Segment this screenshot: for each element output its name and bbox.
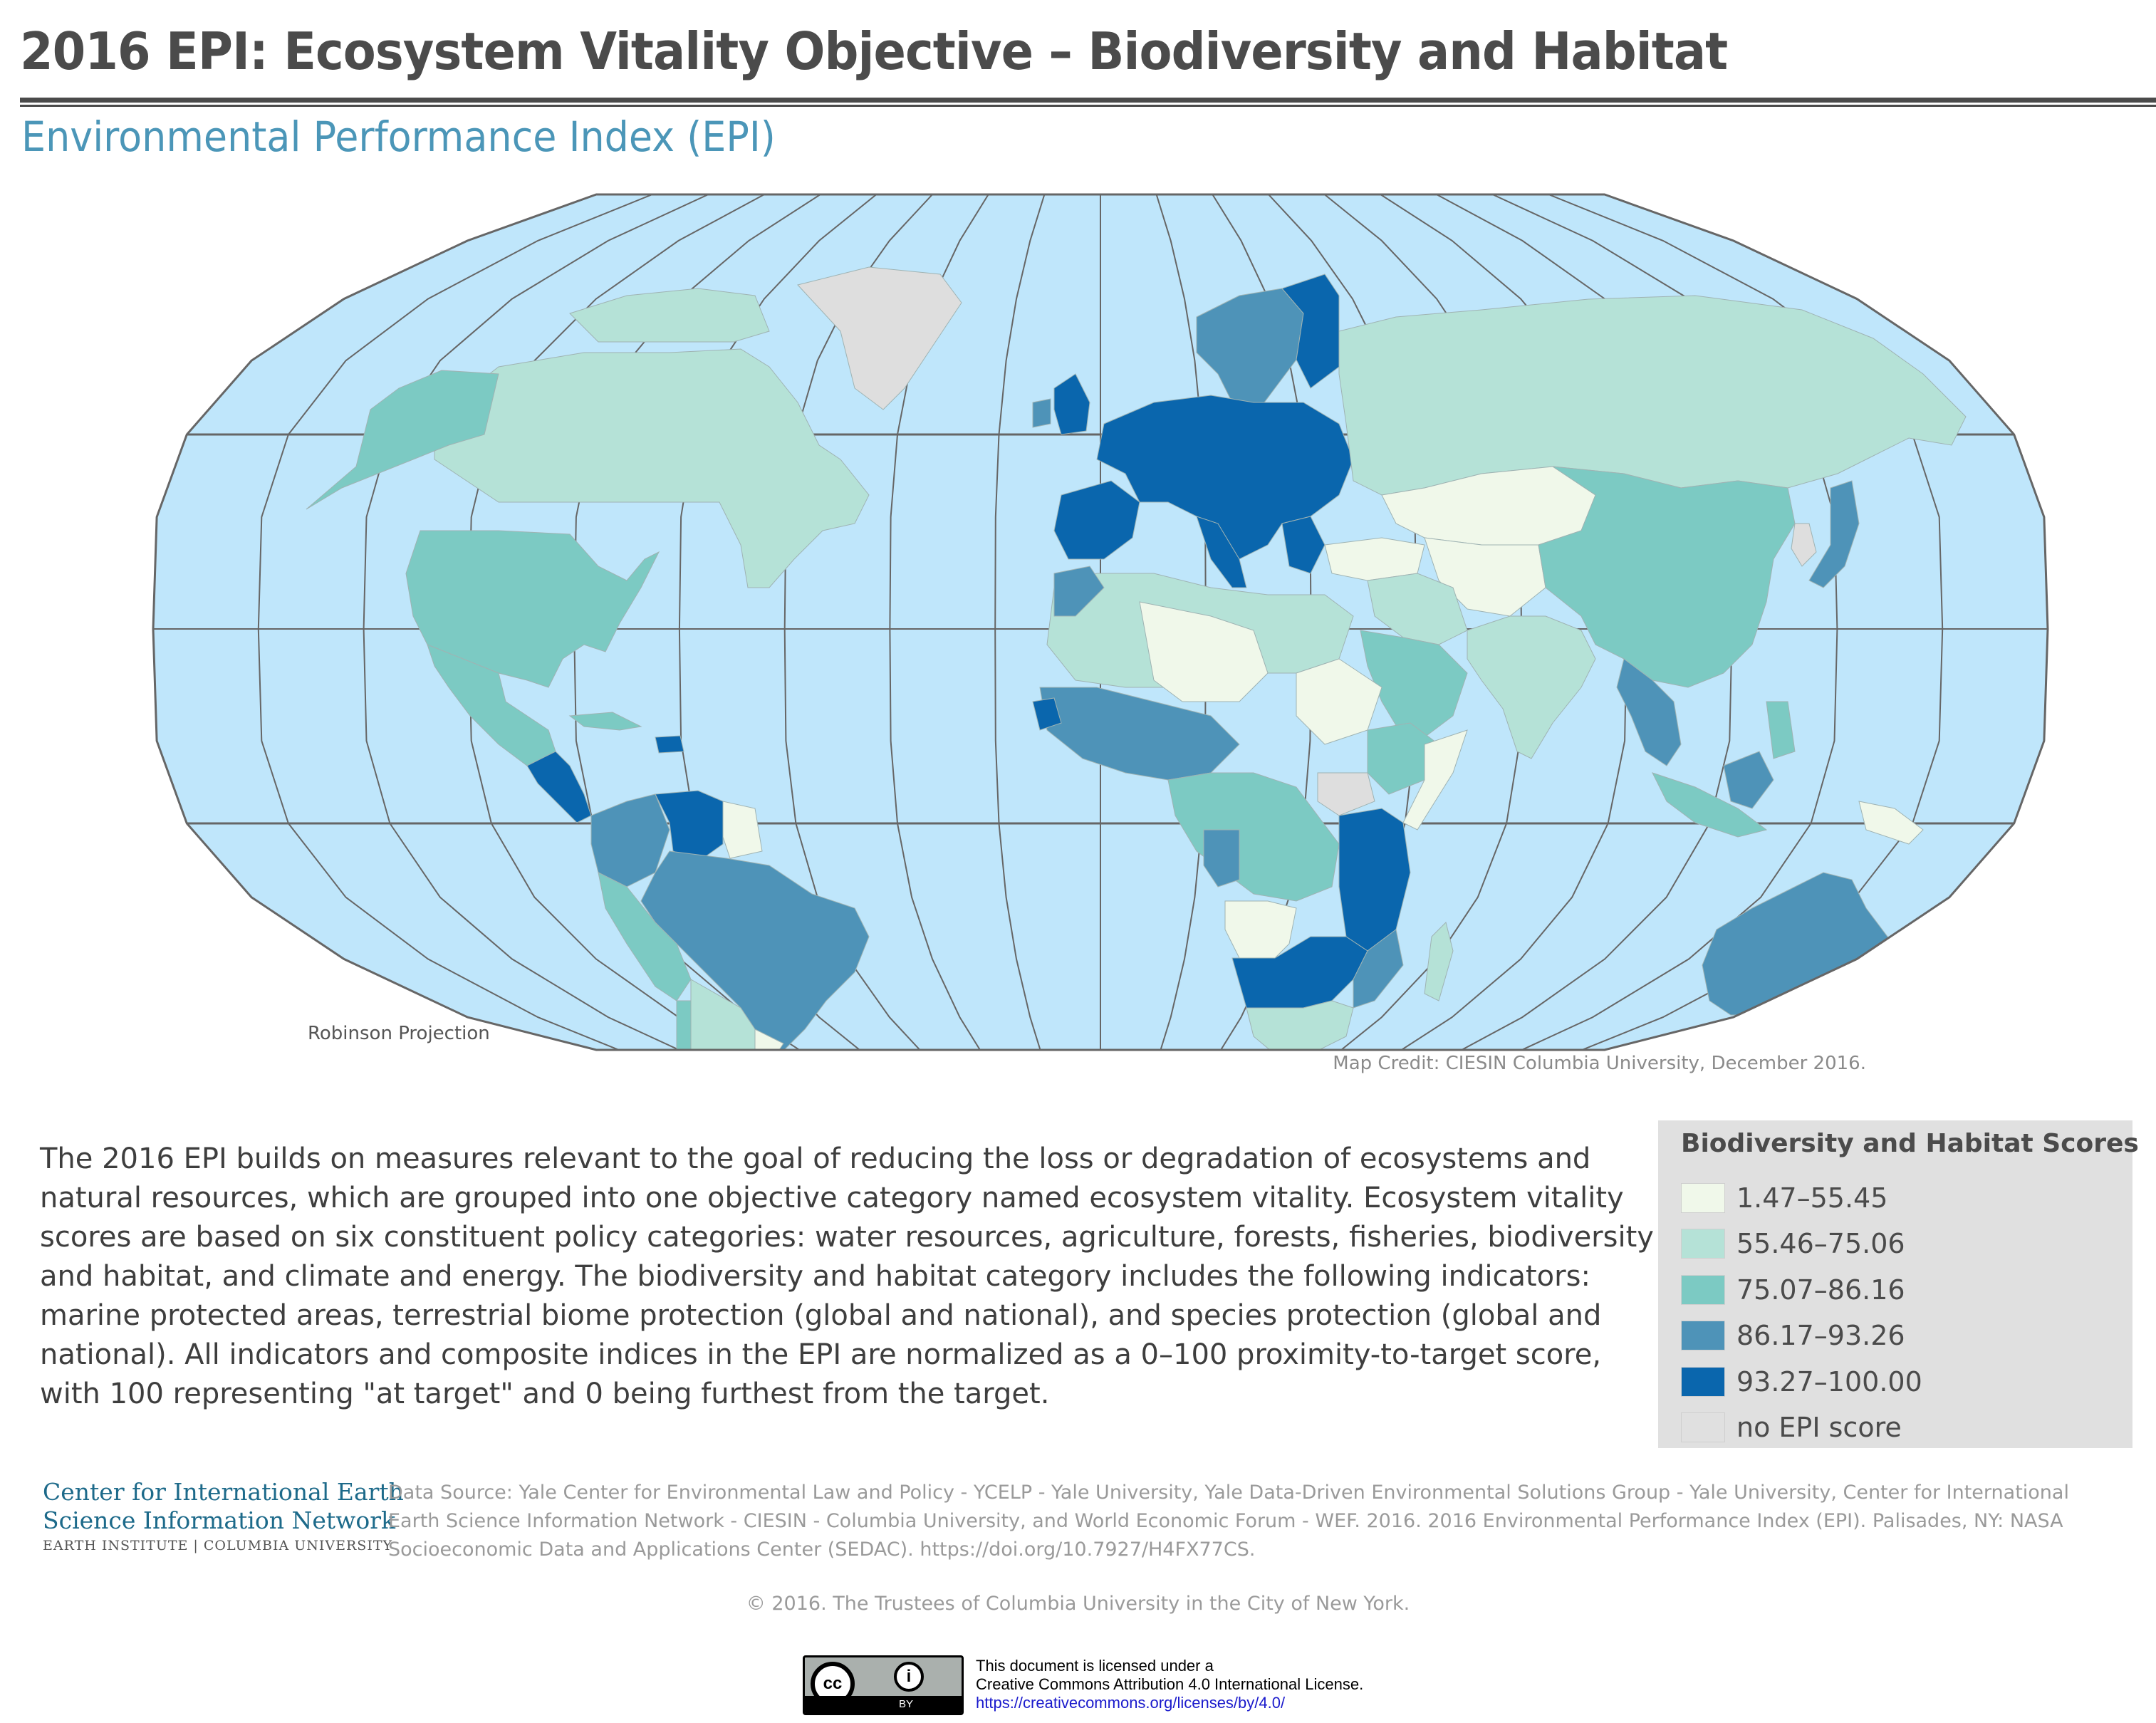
legend-label: no EPI score <box>1736 1412 1902 1443</box>
legend-item: 1.47–55.45 <box>1681 1182 1888 1214</box>
copyright: © 2016. The Trustees of Columbia Univers… <box>746 1593 1410 1615</box>
title-rule-thin <box>20 105 2156 107</box>
description: The 2016 EPI builds on measures relevant… <box>40 1140 1657 1414</box>
ciesin-logo: Center for International Earth Science I… <box>43 1478 404 1556</box>
region-ireland[interactable] <box>1032 398 1051 428</box>
org-affiliation: EARTH INSTITUTE | COLUMBIA UNIVERSITY <box>43 1538 393 1553</box>
legend-item: no EPI score <box>1681 1412 1902 1443</box>
license-line2: Creative Commons Attribution 4.0 Interna… <box>976 1675 1364 1693</box>
description-text: The 2016 EPI builds on measures relevant… <box>40 1142 1654 1410</box>
title-rule-thick <box>20 98 2156 103</box>
legend-item: 75.07–86.16 <box>1681 1274 1905 1306</box>
region-dominican[interactable] <box>655 735 684 754</box>
license-text: This document is licensed under a Creati… <box>976 1657 1363 1712</box>
legend-swatch <box>1681 1367 1725 1397</box>
page-title: 2016 EPI: Ecosystem Vitality Objective –… <box>20 21 1728 81</box>
legend-swatch <box>1681 1412 1725 1442</box>
legend-item: 86.17–93.26 <box>1681 1320 1905 1351</box>
org-name-line1: Center for International Earth <box>43 1478 404 1506</box>
license-link[interactable]: https://creativecommons.org/licenses/by/… <box>976 1694 1285 1712</box>
region-turkey[interactable] <box>1324 537 1425 581</box>
legend-label: 75.07–86.16 <box>1736 1274 1905 1306</box>
legend-label: 86.17–93.26 <box>1736 1320 1905 1351</box>
legend-label: 55.46–75.06 <box>1736 1228 1905 1259</box>
legend-item: 55.46–75.06 <box>1681 1228 1905 1259</box>
legend-item: 93.27–100.00 <box>1681 1366 1922 1397</box>
legend: Biodiversity and Habitat Scores 1.47–55.… <box>1658 1120 2139 1448</box>
data-source: Data Source: Yale Center for Environment… <box>388 1482 2069 1561</box>
attribution-icon: i <box>894 1662 924 1692</box>
legend-swatch <box>1681 1183 1725 1213</box>
org-name-line2: Science Information Network <box>43 1506 396 1534</box>
license-line1: This document is licensed under a <box>976 1657 1214 1675</box>
legend-swatch <box>1681 1321 1725 1350</box>
legend-title: Biodiversity and Habitat Scores <box>1681 1129 2139 1158</box>
cc-license-badge[interactable]: cc i BY <box>803 1655 964 1715</box>
map-credit: Map Credit: CIESIN Columbia University, … <box>1333 1053 1866 1074</box>
region-chile[interactable] <box>676 1000 692 1054</box>
projection-label: Robinson Projection <box>308 1023 490 1044</box>
legend-label: 93.27–100.00 <box>1736 1366 1922 1397</box>
world-map <box>152 193 2049 1054</box>
legend-label: 1.47–55.45 <box>1736 1182 1888 1214</box>
legend-swatch <box>1681 1275 1725 1305</box>
page-subtitle: Environmental Performance Index (EPI) <box>21 113 776 161</box>
legend-swatch <box>1681 1229 1725 1259</box>
by-label: BY <box>805 1696 962 1713</box>
region-new-zealand[interactable] <box>1979 1021 2002 1054</box>
